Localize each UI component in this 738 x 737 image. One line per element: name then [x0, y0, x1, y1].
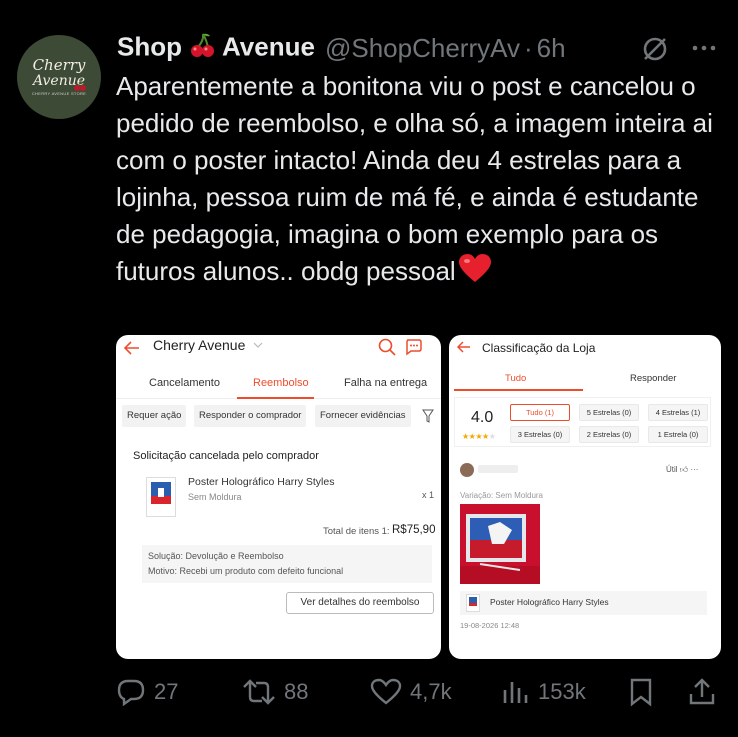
filter-chips: Requer ação Responder o comprador Fornec… [122, 405, 441, 429]
review-product-name: Poster Holográfico Harry Styles [490, 597, 609, 607]
active-tab-indicator [454, 389, 583, 391]
repost-button[interactable]: 88 [242, 672, 308, 712]
back-arrow-icon[interactable] [457, 341, 471, 353]
back-arrow-icon[interactable] [124, 341, 140, 355]
filter-2-stars[interactable]: 2 Estrelas (0) [579, 426, 639, 443]
ratings-title: Classificação da Loja [482, 341, 596, 355]
tab-responder[interactable]: Responder [630, 373, 676, 384]
refund-screenshot[interactable]: Cherry Avenue Cancelamento Reembolso Fal… [116, 335, 441, 659]
avatar-cherry-icon [74, 78, 86, 91]
refund-info: Solução: Devolução e Reembolso Motivo: R… [142, 545, 432, 583]
refund-solution: Solução: Devolução e Reembolso [148, 551, 284, 561]
active-tab-indicator [237, 397, 314, 399]
review-photo[interactable] [460, 504, 540, 584]
filter-3-stars[interactable]: 3 Estrelas (0) [510, 426, 570, 443]
refund-status: Solicitação cancelada pelo comprador [133, 450, 319, 462]
thumbs-up-icon: 👍︎ [679, 465, 689, 474]
chevron-down-icon[interactable] [253, 342, 263, 348]
rating-summary: 4.0 ★★★★★ Tudo (1) 5 Estrelas (0) 4 Estr… [454, 397, 711, 447]
refund-tabs: Cancelamento Reembolso Falha na entrega [116, 371, 441, 399]
share-icon [689, 678, 715, 705]
product-variant: Sem Moldura [188, 492, 242, 502]
ratings-tabs: Tudo Responder [449, 369, 721, 391]
tweet-header: Shop Avenue @ShopCherryAv · 6h [117, 28, 566, 68]
repost-icon [243, 679, 275, 705]
tab-falha-entrega[interactable]: Falha na entrega [344, 377, 427, 389]
reviewer-name-redacted [478, 465, 518, 473]
tweet-time[interactable]: 6h [537, 33, 566, 64]
product-quantity: x 1 [422, 490, 435, 500]
helpful-button[interactable]: Útil 👍︎ ··· [666, 465, 698, 475]
refund-reason: Motivo: Recebi um produto com defeito fu… [148, 566, 344, 576]
filter-all[interactable]: Tudo (1) [510, 404, 570, 421]
review-item[interactable]: Útil 👍︎ ··· Variação: Sem Moldura Poster [454, 459, 711, 639]
bookmark-button[interactable] [628, 672, 662, 712]
reply-button[interactable]: 27 [116, 672, 178, 712]
separator: · [523, 32, 533, 63]
review-product-thumbnail [466, 594, 480, 612]
total-label: Total de itens 1: [323, 526, 390, 537]
search-icon[interactable] [378, 338, 396, 356]
poster-photo-image [460, 504, 540, 584]
reply-count: 27 [154, 679, 179, 704]
chat-icon[interactable] [404, 338, 424, 356]
poster-image [151, 482, 171, 504]
like-button[interactable]: 4,7k [370, 672, 452, 712]
bookmark-icon [630, 678, 652, 707]
rating-value: 4.0 [471, 409, 494, 426]
profile-avatar[interactable]: Cherry Avenue CHERRY AVENUE STORE [17, 35, 101, 119]
chip-requer-acao[interactable]: Requer ação [122, 405, 187, 427]
repost-count: 88 [284, 679, 309, 704]
refund-topbar: Cherry Avenue [116, 335, 441, 363]
ratings-screenshot[interactable]: Classificação da Loja Tudo Responder 4.0… [449, 335, 721, 659]
review-variant: Variação: Sem Moldura [460, 491, 543, 500]
views-button[interactable]: 153k [500, 672, 586, 712]
heart-icon [458, 254, 492, 294]
cherry-icon [188, 31, 216, 66]
views-icon [503, 682, 528, 703]
reviewer-avatar [460, 463, 474, 477]
filter-1-star[interactable]: 1 Estrela (0) [648, 426, 708, 443]
tab-reembolso[interactable]: Reembolso [253, 377, 309, 389]
review-date: 19-08-2026 12:48 [460, 621, 520, 630]
filter-4-stars[interactable]: 4 Estrelas (1) [648, 404, 708, 421]
tweet-media[interactable]: Cherry Avenue Cancelamento Reembolso Fal… [116, 335, 721, 659]
shop-title: Cherry Avenue [153, 337, 246, 353]
avatar-text-line1: Cherry [32, 56, 86, 74]
views-count: 153k [538, 679, 586, 704]
chip-responder-comprador[interactable]: Responder o comprador [194, 405, 307, 427]
filter-icon[interactable] [422, 409, 434, 423]
reply-icon [117, 679, 145, 706]
tab-tudo[interactable]: Tudo [505, 373, 526, 384]
like-icon [370, 678, 402, 705]
more-icon[interactable] [690, 36, 718, 60]
display-name[interactable]: Shop Avenue [117, 31, 315, 66]
more-icon[interactable]: ··· [690, 465, 698, 474]
rating-stars: ★★★★★ [462, 432, 496, 441]
share-button[interactable] [688, 672, 724, 712]
view-refund-details-button[interactable]: Ver detalhes do reembolso [286, 592, 434, 614]
like-count: 4,7k [410, 679, 452, 704]
product-name: Poster Holográfico Harry Styles [188, 476, 335, 488]
grok-icon[interactable] [641, 35, 669, 63]
chip-fornecer-evidencias[interactable]: Fornecer evidências [315, 405, 411, 427]
user-handle[interactable]: @ShopCherryAv [325, 33, 520, 64]
tweet-text: Aparentemente a bonitona viu o post e ca… [116, 68, 730, 294]
review-product[interactable]: Poster Holográfico Harry Styles [460, 591, 707, 615]
tab-cancelamento[interactable]: Cancelamento [149, 377, 220, 389]
product-thumbnail [146, 477, 176, 517]
tweet-actions: 27 88 4,7k 153k [116, 672, 726, 712]
refund-card[interactable]: Solicitação cancelada pelo comprador Pos… [126, 443, 436, 621]
total-value: R$75,90 [392, 524, 436, 536]
filter-5-stars[interactable]: 5 Estrelas (0) [579, 404, 639, 421]
